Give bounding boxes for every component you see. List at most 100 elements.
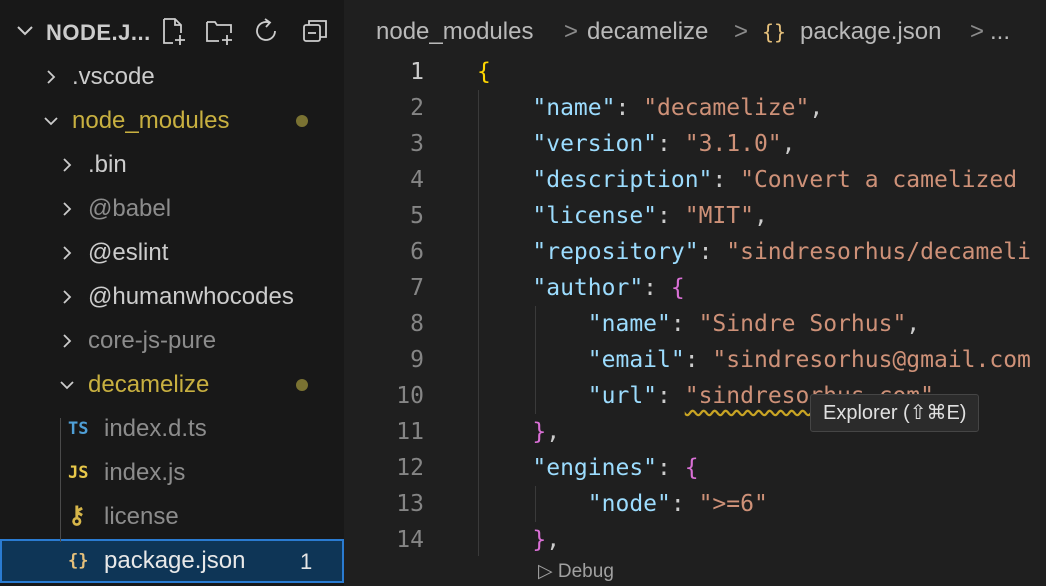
modified-dot — [296, 115, 308, 127]
chevron-down-icon[interactable] — [14, 20, 36, 42]
tree-item[interactable]: {} package.json 1 — [0, 539, 344, 583]
code-line[interactable]: 9 "email": "sindresorhus@gmail.com — [344, 342, 1046, 378]
code-text: "repository": "sindresorhus/decameli — [477, 234, 1031, 270]
json-file-icon: {} — [762, 20, 787, 44]
code-token: : — [615, 95, 644, 121]
tree-item[interactable]: @babel — [0, 187, 344, 231]
code-text: "version": "3.1.0", — [477, 126, 795, 162]
typescript-file-icon: TS — [68, 419, 89, 439]
breadcrumb-item-package-json[interactable]: package.json — [800, 18, 941, 46]
tree-item-label: node_modules — [72, 107, 230, 134]
line-number: 7 — [410, 275, 424, 301]
problem-count-badge: 1 — [300, 549, 313, 574]
tree-item[interactable]: .bin — [0, 143, 344, 187]
tree-item[interactable]: decamelize — [0, 363, 344, 407]
code-token: : — [698, 239, 727, 265]
tree-item[interactable]: TS index.d.ts — [0, 407, 344, 451]
chevron-down-icon[interactable] — [42, 112, 60, 130]
line-number: 4 — [410, 167, 424, 193]
code-token: "3.1.0" — [684, 131, 782, 157]
code-line[interactable]: 1{ — [344, 54, 1046, 90]
tree-item[interactable]: @eslint — [0, 231, 344, 275]
tree-item-label: @babel — [88, 195, 172, 222]
javascript-file-icon: JS — [68, 463, 89, 483]
code-token: "description" — [532, 167, 713, 193]
code-token: "repository" — [532, 239, 699, 265]
code-text: "engines": { — [477, 450, 699, 486]
tree-item[interactable]: ⚷ license — [0, 495, 344, 539]
tree-item[interactable]: node_modules — [0, 99, 344, 143]
breadcrumb-item-more[interactable]: ... — [990, 18, 1010, 46]
code-token: { — [477, 59, 491, 85]
collapse-all-icon[interactable] — [300, 16, 330, 46]
code-line[interactable]: 4 "description": "Convert a camelized — [344, 162, 1046, 198]
code-line[interactable]: 6 "repository": "sindresorhus/decameli — [344, 234, 1046, 270]
code-line[interactable]: 14 }, — [344, 522, 1046, 558]
tree-item-label: .bin — [88, 151, 127, 178]
code-token: "decamelize" — [643, 95, 810, 121]
tree-item[interactable]: @humanwhocodes — [0, 275, 344, 319]
chevron-down-icon[interactable] — [58, 376, 76, 394]
code-token: : — [670, 311, 699, 337]
code-token: : — [657, 455, 685, 481]
code-line[interactable]: 3 "version": "3.1.0", — [344, 126, 1046, 162]
tree-item[interactable]: core-js-pure — [0, 319, 344, 363]
chevron-right-icon[interactable] — [58, 244, 76, 262]
code-token: "name" — [587, 311, 671, 337]
tree-item-label: license — [104, 503, 179, 530]
tree-item-label: core-js-pure — [88, 327, 217, 354]
code-text: "author": { — [477, 270, 685, 306]
code-text: "name": "Sindre Sorhus", — [477, 306, 920, 342]
chevron-right-icon[interactable] — [58, 332, 76, 350]
line-number: 10 — [396, 383, 424, 409]
editor-pane: node_modules > decamelize > {} package.j… — [344, 0, 1046, 586]
code-token: { — [670, 275, 685, 301]
line-number: 13 — [396, 491, 424, 517]
code-text: "name": "decamelize", — [477, 90, 823, 126]
code-token: "version" — [532, 131, 658, 157]
line-number: 1 — [410, 59, 424, 85]
code-line[interactable]: 5 "license": "MIT", — [344, 198, 1046, 234]
code-token: { — [684, 455, 699, 481]
tree-item[interactable]: JS index.js — [0, 451, 344, 495]
chevron-right-icon[interactable] — [42, 68, 60, 86]
code-text: "description": "Convert a camelized — [477, 162, 1017, 198]
explorer-sidebar: NODE.J... .vscode node_modules .bin @bab… — [0, 0, 344, 586]
tree-item[interactable]: .vscode — [0, 55, 344, 99]
line-number: 14 — [396, 527, 424, 553]
code-line[interactable]: 8 "name": "Sindre Sorhus", — [344, 306, 1046, 342]
new-folder-icon[interactable] — [204, 16, 234, 46]
chevron-right-icon[interactable] — [58, 288, 76, 306]
breadcrumb-separator: > — [734, 18, 749, 45]
breadcrumb-item-decamelize[interactable]: decamelize — [587, 18, 708, 46]
chevron-right-icon[interactable] — [58, 156, 76, 174]
tree-item-label: @eslint — [88, 239, 169, 266]
code-token: : — [657, 203, 685, 229]
code-token: "node" — [587, 491, 671, 517]
code-token: , — [546, 527, 561, 553]
code-token: , — [809, 95, 824, 121]
code-text: "node": ">=6" — [477, 486, 768, 522]
chevron-right-icon[interactable] — [58, 200, 76, 218]
new-file-icon[interactable] — [158, 16, 188, 46]
code-token: "MIT" — [684, 203, 754, 229]
code-token: "url" — [587, 383, 658, 409]
code-token: "name" — [532, 95, 616, 121]
code-token: , — [753, 203, 768, 229]
refresh-icon[interactable] — [252, 16, 282, 46]
code-text: }, — [477, 522, 560, 558]
line-number: 9 — [410, 347, 424, 373]
breadcrumb-item-node-modules[interactable]: node_modules — [376, 18, 533, 46]
code-line[interactable]: 2 "name": "decamelize", — [344, 90, 1046, 126]
debug-codelens[interactable]: ▷ Debug — [538, 560, 614, 583]
code-line[interactable]: 12 "engines": { — [344, 450, 1046, 486]
json-file-icon: {} — [68, 551, 89, 571]
line-number: 11 — [396, 419, 424, 445]
code-line[interactable]: 7 "author": { — [344, 270, 1046, 306]
code-line[interactable]: 13 "node": ">=6" — [344, 486, 1046, 522]
